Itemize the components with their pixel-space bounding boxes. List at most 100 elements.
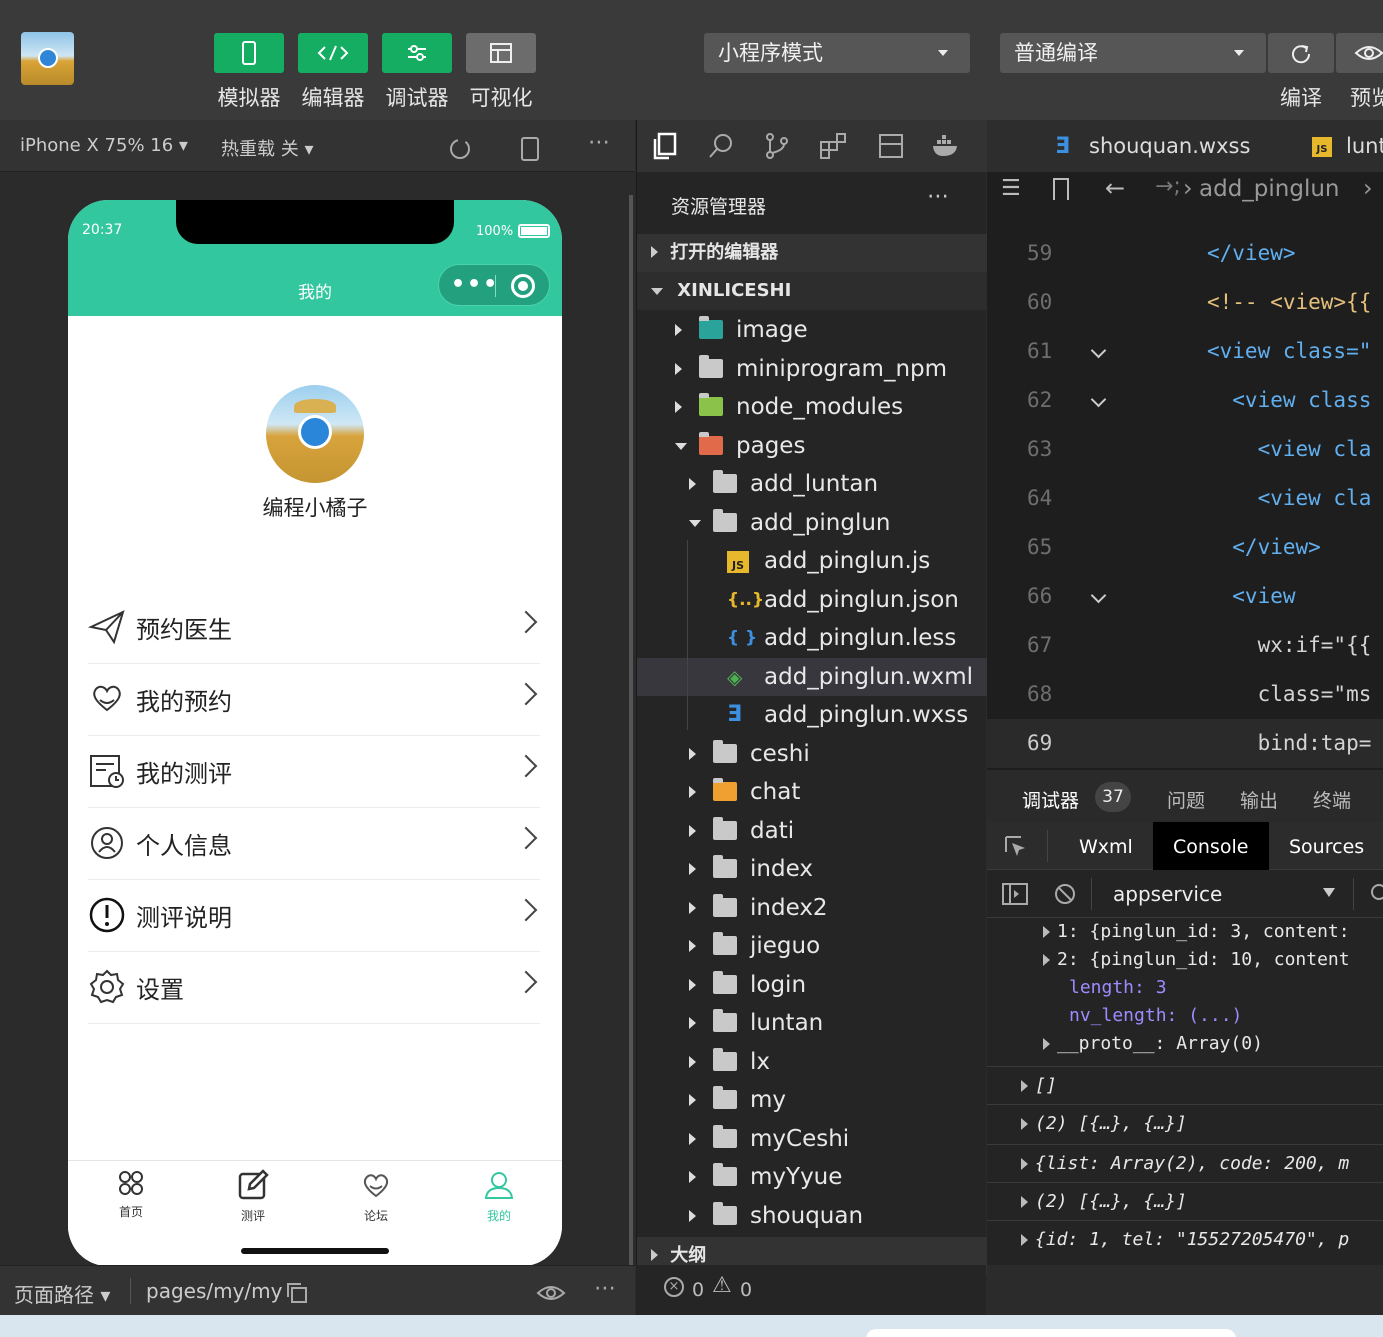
- visualize-toggle-button[interactable]: [466, 33, 536, 73]
- extensions-icon[interactable]: [819, 132, 847, 160]
- tab-mine[interactable]: 我的: [444, 1169, 554, 1224]
- fold-chevron-icon[interactable]: [1090, 391, 1107, 408]
- tab-debugger[interactable]: 调试器: [1022, 786, 1079, 813]
- copy-icon[interactable]: [286, 1282, 308, 1304]
- tree-item-node-modules[interactable]: node_modules: [637, 388, 987, 426]
- tab-shouquan-wxss[interactable]: Ǝ shouquan.wxss: [1037, 120, 1287, 172]
- layout-icon[interactable]: [877, 132, 905, 160]
- console-entry[interactable]: []: [987, 1066, 1383, 1104]
- console-entry[interactable]: 1: {pinglun_id: 3, content:: [987, 918, 1383, 946]
- code-line[interactable]: 62 <view class: [987, 376, 1383, 425]
- close-mini-icon[interactable]: [511, 274, 535, 298]
- tree-item-pages[interactable]: pages: [637, 427, 987, 465]
- code-line[interactable]: 69 bind:tap=: [987, 719, 1383, 768]
- tree-item-luntan[interactable]: luntan: [637, 1004, 987, 1042]
- context-select[interactable]: appservice: [1113, 882, 1222, 906]
- inspect-icon[interactable]: [1003, 834, 1029, 860]
- more-icon[interactable]: ⋯: [594, 1276, 616, 1301]
- expand-triangle-icon[interactable]: [1021, 1080, 1028, 1092]
- forward-icon[interactable]: →;: [1155, 174, 1181, 199]
- avatar[interactable]: [266, 385, 364, 483]
- menu-item-settings[interactable]: 设置: [88, 952, 540, 1024]
- device-select[interactable]: iPhone X 75% 16 ▾: [20, 135, 188, 156]
- console-entry[interactable]: {id: 1, tel: "15527205470", p: [987, 1220, 1383, 1258]
- subtab-console[interactable]: Console: [1153, 822, 1269, 870]
- console-output[interactable]: 1: {pinglun_id: 3, content: 2: {pinglun_i…: [987, 918, 1383, 1265]
- editor-toggle-button[interactable]: [298, 33, 368, 73]
- tree-item-add-luntan[interactable]: add_luntan: [637, 465, 987, 503]
- tree-item-miniprogram-npm[interactable]: miniprogram_npm: [637, 350, 987, 388]
- tree-item-myyyue[interactable]: myYyue: [637, 1158, 987, 1196]
- menu-item-my-tests[interactable]: 我的测评: [88, 736, 540, 808]
- eye-icon[interactable]: [536, 1283, 566, 1303]
- app-avatar[interactable]: [21, 32, 74, 85]
- console-entry[interactable]: 2: {pinglun_id: 10, content: [987, 946, 1383, 974]
- menu-item-my-appointments[interactable]: 我的预约: [88, 664, 540, 736]
- tree-item-jieguo[interactable]: jieguo: [637, 927, 987, 965]
- rotate-icon[interactable]: [447, 136, 473, 162]
- capsule-menu[interactable]: •••: [438, 264, 550, 306]
- subtab-wxml[interactable]: Wxml: [1079, 836, 1133, 858]
- debugger-toggle-button[interactable]: [382, 33, 452, 73]
- fold-chevron-icon[interactable]: [1090, 342, 1107, 359]
- tree-item-index2[interactable]: index2: [637, 889, 987, 927]
- tab-output[interactable]: 输出: [1240, 786, 1278, 813]
- tree-item-add-pinglun-wxss[interactable]: Ǝadd_pinglun.wxss: [637, 696, 987, 734]
- tree-item-image[interactable]: image: [637, 311, 987, 349]
- tab-terminal[interactable]: 终端: [1313, 786, 1351, 813]
- tree-item-dati[interactable]: dati: [637, 812, 987, 850]
- code-line[interactable]: 66 <view: [987, 572, 1383, 621]
- code-lines[interactable]: 59 </view> 60 <!-- <view>{{61 <view class=" 6…: [987, 212, 1383, 770]
- code-line[interactable]: 61 <view class=": [987, 327, 1383, 376]
- status-bar[interactable]: × 0 ⚠ 0: [636, 1265, 986, 1315]
- code-line[interactable]: 60 <!-- <view>{{: [987, 278, 1383, 327]
- expand-triangle-icon[interactable]: [1043, 926, 1050, 938]
- code-line[interactable]: 65 </view>: [987, 523, 1383, 572]
- subtab-sources[interactable]: Sources: [1289, 836, 1364, 858]
- bookmark-icon[interactable]: [1053, 178, 1069, 200]
- tab-forum[interactable]: 论坛: [321, 1169, 431, 1224]
- source-control-icon[interactable]: [763, 132, 791, 160]
- compile-button[interactable]: [1268, 33, 1334, 73]
- simulator-toggle-button[interactable]: [214, 33, 284, 73]
- code-line[interactable]: 67 wx:if="{{: [987, 621, 1383, 670]
- expand-triangle-icon[interactable]: [1043, 954, 1050, 966]
- tab-luntan[interactable]: JS lunt: [1290, 120, 1383, 172]
- tab-home[interactable]: 首页: [76, 1169, 186, 1220]
- tree-item-add-pinglun[interactable]: add_pinglun: [637, 504, 987, 542]
- console-entry[interactable]: (2) [{…}, {…}]: [987, 1182, 1383, 1220]
- list-icon[interactable]: ☰: [1001, 176, 1021, 201]
- menu-item-test-instructions[interactable]: 测评说明: [88, 880, 540, 952]
- menu-item-book-doctor[interactable]: 预约医生: [88, 592, 540, 664]
- expand-triangle-icon[interactable]: [1043, 1038, 1050, 1050]
- expand-triangle-icon[interactable]: [1021, 1118, 1028, 1130]
- sidebar-toggle-icon[interactable]: [1001, 882, 1029, 906]
- tree-item-add-pinglun-js[interactable]: JS add_pinglun.js: [637, 542, 987, 580]
- more-icon[interactable]: ⋯: [927, 184, 949, 209]
- mode-select[interactable]: 小程序模式: [704, 33, 970, 73]
- expand-triangle-icon[interactable]: [1021, 1196, 1028, 1208]
- tree-item-add-pinglun-json[interactable]: {..} add_pinglun.json: [637, 581, 987, 619]
- fold-chevron-icon[interactable]: [1090, 587, 1107, 604]
- hot-reload-select[interactable]: 热重载 关 ▾: [221, 135, 314, 161]
- chevron-down-icon[interactable]: [1323, 888, 1335, 897]
- phone-frame-icon[interactable]: [520, 136, 540, 162]
- breadcrumb-item[interactable]: add_pinglun: [1199, 176, 1340, 202]
- menu-item-personal-info[interactable]: 个人信息: [88, 808, 540, 880]
- tab-problems[interactable]: 问题: [1167, 786, 1205, 813]
- open-editors-section[interactable]: 打开的编辑器: [637, 234, 987, 272]
- console-entry[interactable]: __proto__: Array(0): [987, 1030, 1383, 1058]
- tree-item-ceshi[interactable]: ceshi: [637, 735, 987, 773]
- project-section[interactable]: XINLICESHI: [637, 272, 987, 310]
- docker-icon[interactable]: [931, 134, 961, 158]
- console-entry[interactable]: (2) [{…}, {…}]: [987, 1104, 1383, 1142]
- more-dots-icon[interactable]: •••: [451, 272, 499, 297]
- more-icon[interactable]: ⋯: [588, 130, 610, 155]
- code-line[interactable]: 64 <view cla: [987, 474, 1383, 523]
- eye-icon[interactable]: [1371, 884, 1383, 900]
- code-line[interactable]: 63 <view cla: [987, 425, 1383, 474]
- expand-triangle-icon[interactable]: [1021, 1234, 1028, 1246]
- tree-item-login[interactable]: login: [637, 966, 987, 1004]
- preview-button[interactable]: [1336, 33, 1383, 73]
- expand-triangle-icon[interactable]: [1021, 1158, 1028, 1170]
